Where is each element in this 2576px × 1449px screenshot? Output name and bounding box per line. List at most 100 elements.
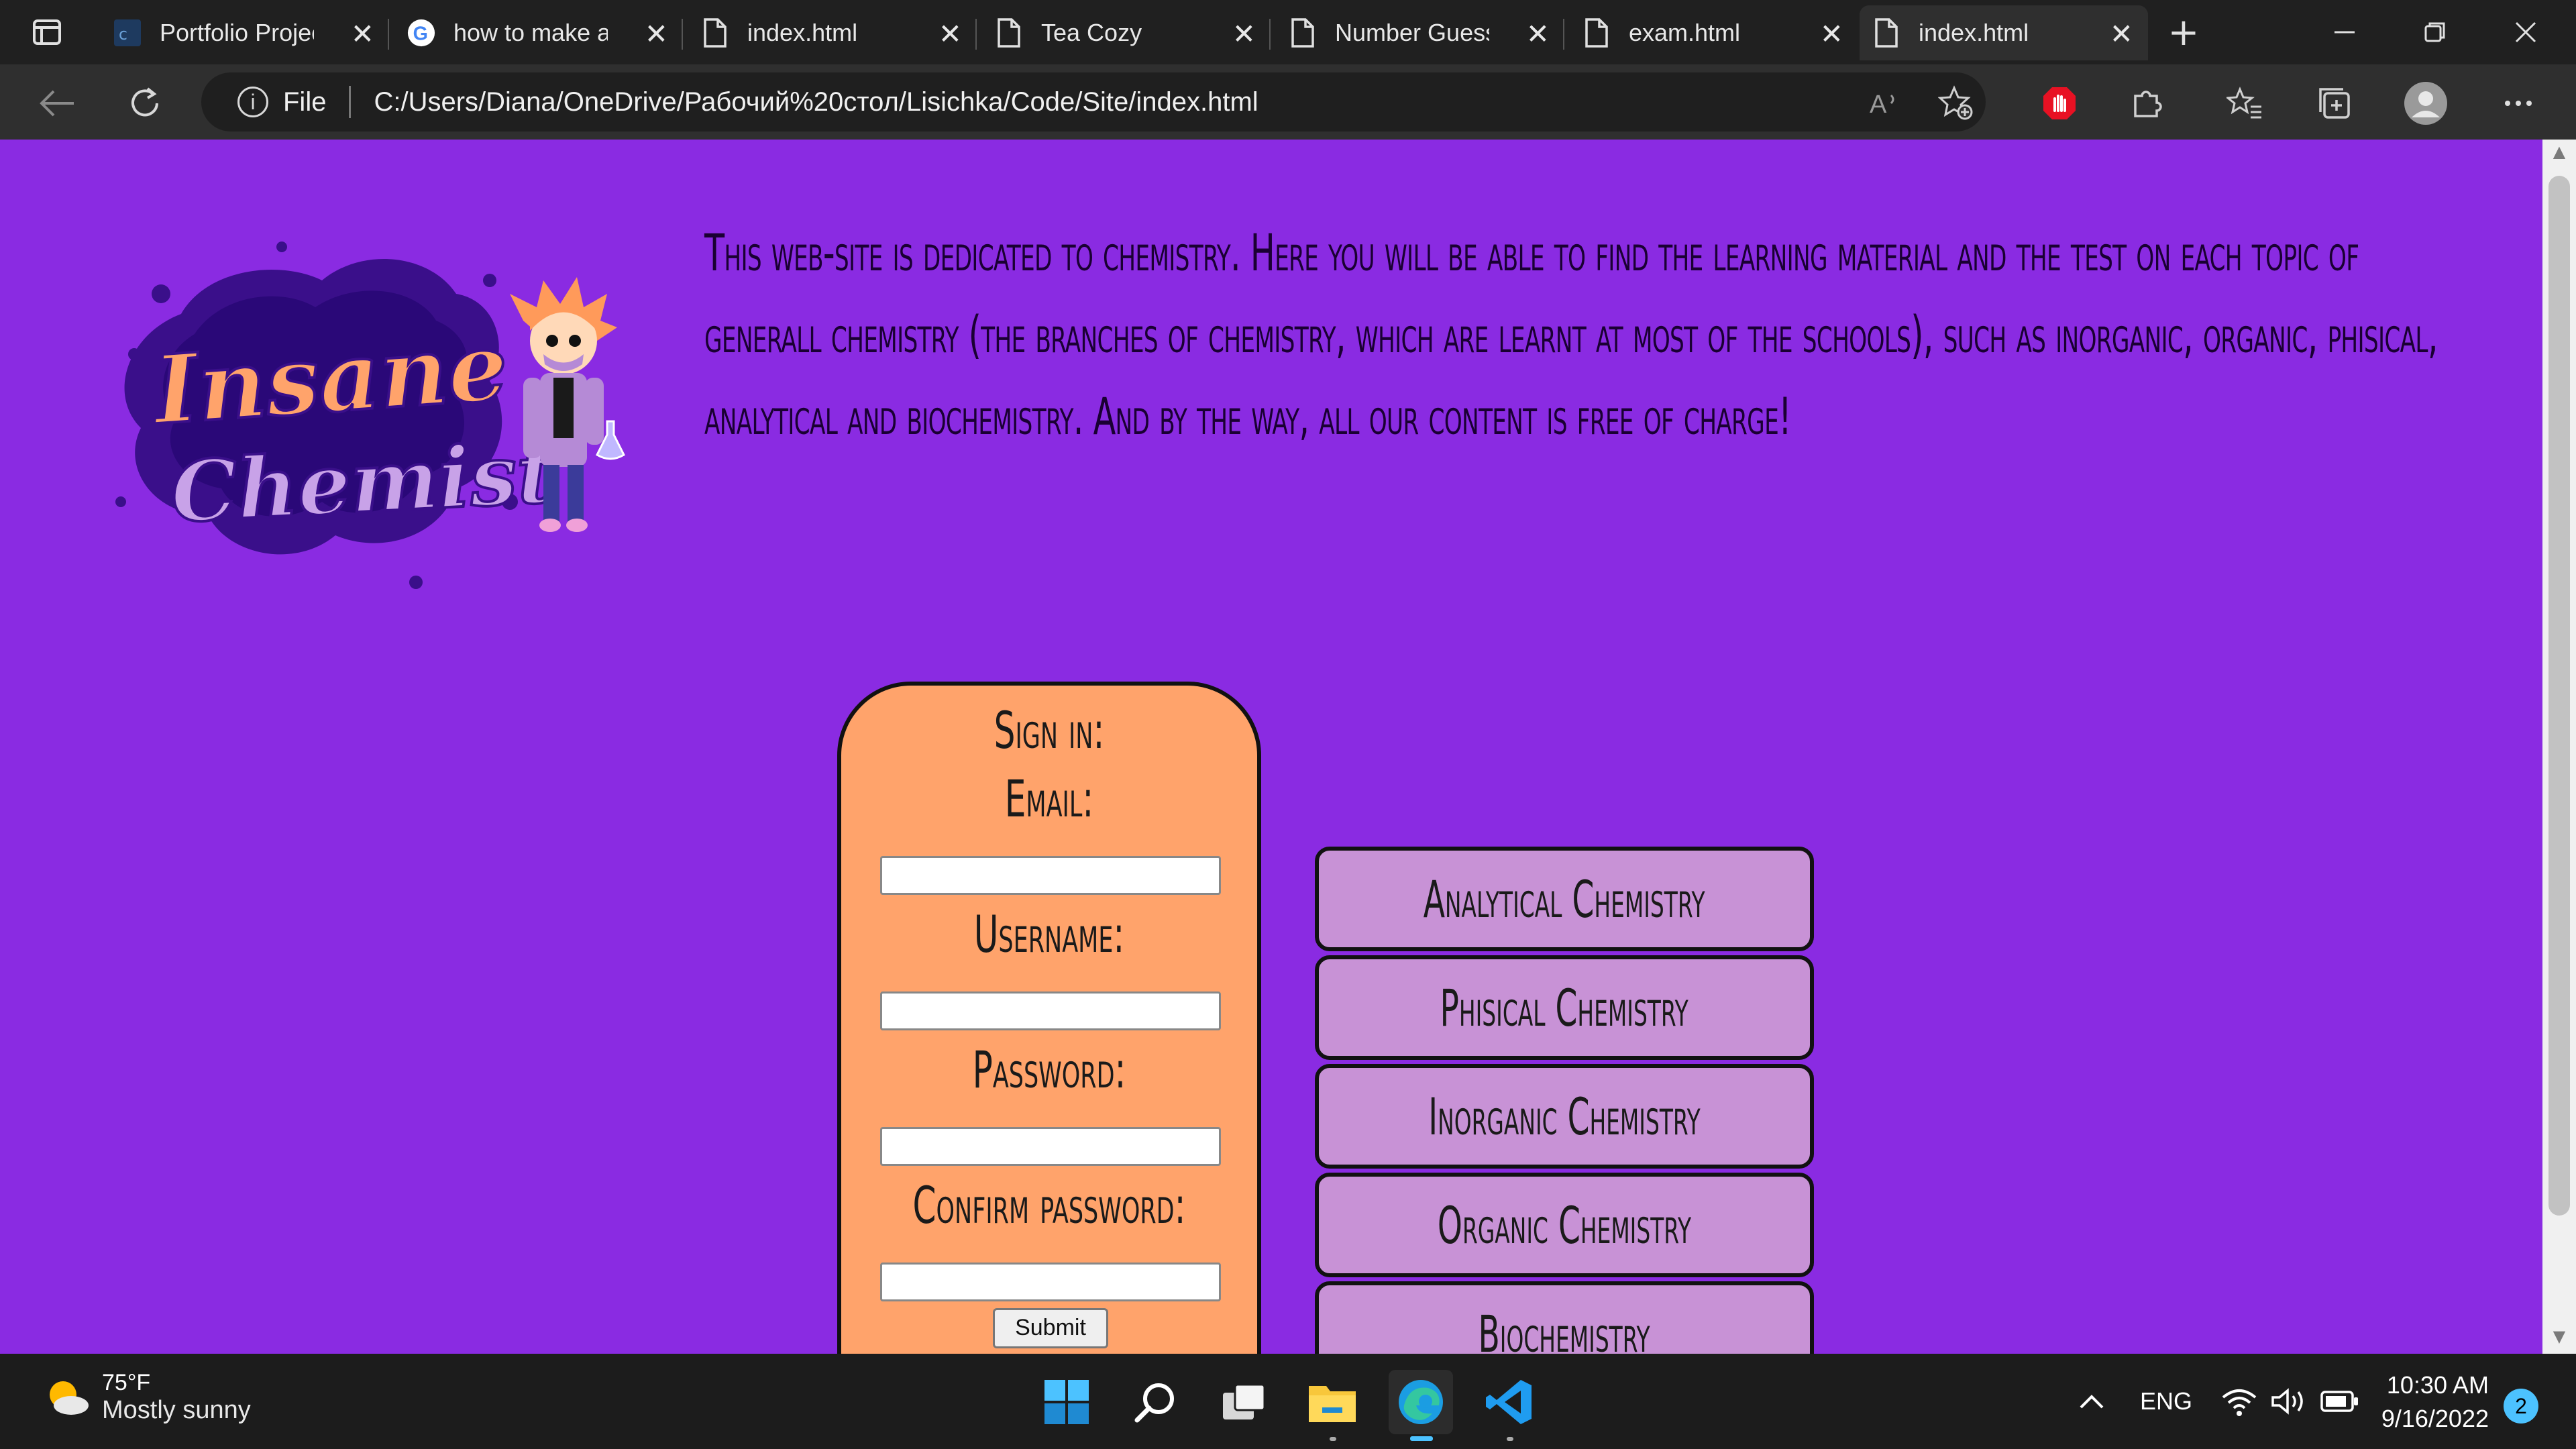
clock[interactable]: 10:30 AM 9/16/2022 (2375, 1368, 2489, 1436)
info-icon[interactable]: i (237, 87, 268, 117)
username-field[interactable] (880, 991, 1221, 1030)
tab-label: Portfolio Projec (160, 19, 314, 46)
close-icon[interactable]: ✕ (1526, 17, 1550, 50)
extensions-icon[interactable] (2120, 76, 2174, 130)
vscode-icon[interactable] (1477, 1370, 1542, 1441)
scroll-up-icon[interactable]: ▲ (2542, 142, 2576, 161)
refresh-button[interactable] (118, 76, 172, 130)
confirm-password-label: Confirm password: (912, 1175, 1186, 1235)
language-indicator[interactable]: ENG (2140, 1354, 2192, 1449)
weather-condition: Mostly sunny (102, 1396, 251, 1424)
add-favorite-icon[interactable] (1929, 76, 1983, 130)
svg-text:A: A (1870, 91, 1887, 118)
topic-label: Biochemistry (1478, 1303, 1651, 1354)
new-tab-button[interactable]: + (2147, 0, 2220, 64)
tab-portfolio[interactable]: c Portfolio Projec ✕ (101, 5, 389, 60)
task-view-icon[interactable] (1212, 1370, 1276, 1434)
taskbar: 75°F Mostly sunny ENG 10:30 AM 9/16/2022… (0, 1354, 2576, 1449)
tab-actions-icon[interactable] (7, 0, 87, 64)
code-icon: c (113, 16, 142, 50)
google-icon: G (407, 16, 436, 50)
topic-label: Analytical Chemistry (1424, 869, 1705, 929)
start-button[interactable] (1034, 1370, 1099, 1434)
tab-label: exam.html (1629, 19, 1741, 46)
tab-index-1[interactable]: index.html ✕ (688, 5, 977, 60)
password-label: Password: (972, 1040, 1126, 1099)
topic-analytical-button[interactable]: Analytical Chemistry (1315, 847, 1814, 951)
scheme-label: File (283, 87, 327, 117)
topic-label: Organic Chemistry (1437, 1195, 1692, 1255)
notification-badge[interactable]: 2 (2504, 1389, 2538, 1424)
tab-index-active[interactable]: index.html ✕ (1860, 5, 2148, 60)
collections-icon[interactable] (2308, 76, 2361, 130)
close-icon[interactable]: ✕ (645, 17, 668, 50)
edge-browser-icon[interactable] (1389, 1370, 1453, 1441)
minimize-button[interactable] (2301, 0, 2388, 64)
show-hidden-icons[interactable] (2077, 1354, 2106, 1449)
tab-label: Tea Cozy (1041, 19, 1142, 46)
wifi-icon (2222, 1389, 2257, 1416)
sun-cloud-icon (50, 1381, 89, 1415)
search-icon[interactable] (1123, 1370, 1187, 1434)
logo-text-chemist: Chemist (168, 425, 557, 542)
tab-how-to-make[interactable]: G how to make a ✕ (394, 5, 683, 60)
signin-form: Sign in: Email: Username: Password: Conf… (837, 682, 1261, 1354)
back-button[interactable] (30, 76, 83, 130)
site-logo: Insane Chemist (80, 220, 684, 596)
submit-button[interactable]: Submit (993, 1308, 1108, 1348)
tab-strip: c Portfolio Projec ✕ G how to make a ✕ i… (0, 0, 2576, 64)
tab-label: index.html (747, 19, 858, 46)
tab-number-guess[interactable]: Number Guess ✕ (1276, 5, 1564, 60)
navigation-bar: i File C:/Users/Diana/OneDrive/Рабочий%2… (0, 64, 2576, 140)
topic-organic-button[interactable]: Organic Chemistry (1315, 1173, 1814, 1277)
address-divider (349, 86, 352, 118)
file-icon (1288, 16, 1318, 50)
signin-title: Sign in: (994, 700, 1105, 760)
svg-text:c: c (118, 25, 127, 44)
clock-date: 9/16/2022 (2381, 1405, 2489, 1432)
confirm-password-field[interactable] (880, 1263, 1221, 1301)
file-icon (1582, 16, 1611, 50)
page-scrollbar[interactable]: ▲ ▼ (2542, 140, 2576, 1354)
close-icon[interactable]: ✕ (1232, 17, 1256, 50)
weather-widget[interactable]: 75°F Mostly sunny (40, 1370, 251, 1425)
svg-text:G: G (413, 23, 428, 45)
tab-tea-cozy[interactable]: Tea Cozy ✕ (982, 5, 1271, 60)
close-icon[interactable]: ✕ (1820, 17, 1843, 50)
url-text[interactable]: C:/Users/Diana/OneDrive/Рабочий%20стол/L… (374, 87, 1258, 117)
volume-icon (2271, 1388, 2303, 1415)
password-field[interactable] (880, 1127, 1221, 1166)
email-label: Email: (1004, 769, 1094, 828)
topic-label: Inorganic Chemistry (1428, 1086, 1701, 1146)
email-field[interactable] (880, 856, 1221, 895)
more-menu-icon[interactable] (2491, 76, 2545, 130)
tab-label: index.html (1919, 19, 2029, 46)
file-explorer-icon[interactable] (1300, 1370, 1364, 1441)
topic-label: Phisical Chemistry (1440, 977, 1689, 1038)
file-icon (700, 16, 730, 50)
topic-biochemistry-button[interactable]: Biochemistry (1315, 1281, 1814, 1354)
topic-physical-button[interactable]: Phisical Chemistry (1315, 955, 1814, 1060)
tray-status-icons[interactable] (2220, 1354, 2360, 1449)
file-icon (994, 16, 1024, 50)
favorites-icon[interactable] (2218, 76, 2271, 130)
weather-temp: 75°F (102, 1370, 151, 1395)
scroll-thumb[interactable] (2548, 176, 2570, 1216)
address-bar[interactable]: i File C:/Users/Diana/OneDrive/Рабочий%2… (201, 72, 1986, 131)
adblock-icon[interactable] (2033, 76, 2086, 130)
topic-inorganic-button[interactable]: Inorganic Chemistry (1315, 1064, 1814, 1169)
tab-exam[interactable]: exam.html ✕ (1570, 5, 1858, 60)
close-window-button[interactable] (2482, 0, 2569, 64)
restore-button[interactable] (2392, 0, 2479, 64)
battery-icon (2320, 1391, 2358, 1412)
read-aloud-icon[interactable]: A (1858, 76, 1912, 130)
file-icon (1872, 16, 1901, 50)
close-icon[interactable]: ✕ (2110, 17, 2133, 50)
close-icon[interactable]: ✕ (351, 17, 374, 50)
close-icon[interactable]: ✕ (938, 17, 962, 50)
clock-time: 10:30 AM (2386, 1371, 2489, 1399)
profile-avatar-icon[interactable] (2399, 76, 2453, 130)
scroll-down-icon[interactable]: ▼ (2542, 1327, 2576, 1346)
tab-label: how to make a (453, 19, 608, 46)
page-viewport: Insane Chemist This web-site is dedicate… (0, 140, 2542, 1354)
